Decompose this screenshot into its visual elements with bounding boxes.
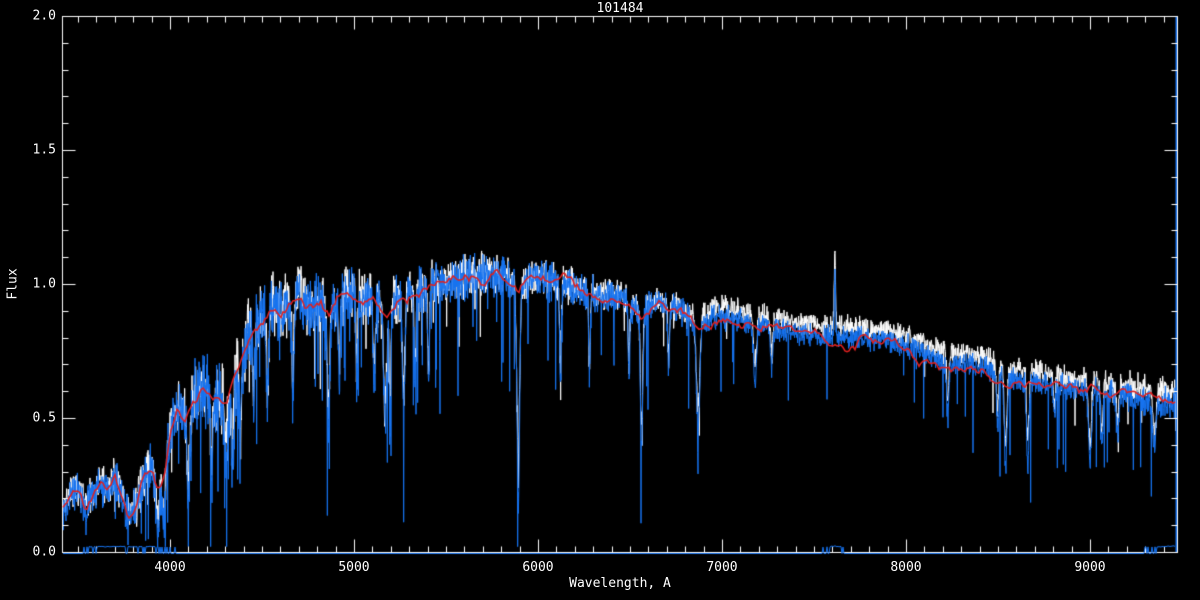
plot-title: 101484 bbox=[596, 1, 644, 16]
x-axis-label: Wavelength, A bbox=[569, 576, 671, 591]
x-tick-label: 8000 bbox=[890, 560, 922, 575]
x-tick-label: 7000 bbox=[706, 560, 738, 575]
y-tick-label: 2.0 bbox=[32, 8, 56, 24]
x-tick-label: 6000 bbox=[522, 560, 554, 575]
x-tick-label: 9000 bbox=[1074, 560, 1106, 575]
y-tick-label: 0.0 bbox=[32, 544, 56, 560]
y-tick-label: 1.0 bbox=[32, 276, 56, 292]
x-tick-label: 4000 bbox=[154, 560, 186, 575]
y-tick-label: 0.5 bbox=[32, 410, 56, 426]
x-tick-label: 5000 bbox=[338, 560, 370, 575]
spectrum-plot: 101484 Flux Wavelength, A 4000 5000 6000 70… bbox=[0, 0, 1200, 600]
spectrum-plot-canvas bbox=[0, 0, 1200, 600]
y-tick-label: 1.5 bbox=[32, 142, 56, 158]
